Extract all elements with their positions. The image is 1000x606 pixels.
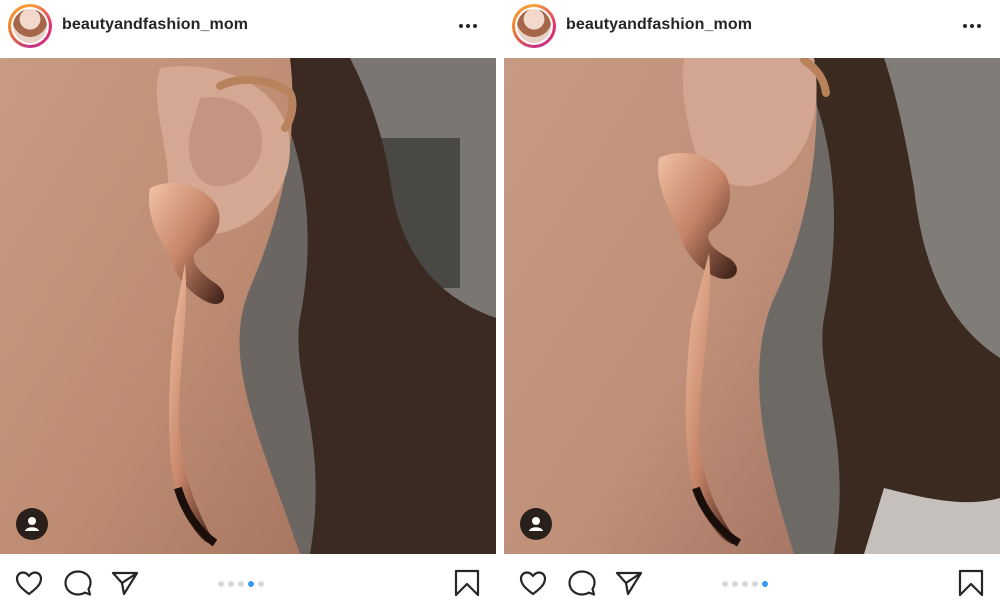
post-header: beautyandfashion_mom (504, 0, 1000, 52)
post-action-bar (0, 556, 496, 606)
username-link[interactable]: beautyandfashion_mom (62, 16, 248, 34)
more-options-icon[interactable] (454, 14, 482, 38)
profile-avatar[interactable] (512, 4, 556, 48)
post-card-left: beautyandfashion_mom (0, 0, 496, 606)
post-photo[interactable] (0, 58, 496, 554)
heart-icon[interactable] (518, 568, 548, 598)
post-action-bar (504, 556, 1000, 606)
carousel-indicator (218, 581, 264, 587)
bookmark-icon[interactable] (452, 568, 482, 598)
carousel-indicator (722, 581, 768, 587)
post-photo[interactable] (504, 58, 1000, 554)
heart-icon[interactable] (14, 568, 44, 598)
username-link[interactable]: beautyandfashion_mom (566, 16, 752, 34)
comment-icon[interactable] (567, 568, 597, 598)
comment-icon[interactable] (63, 568, 93, 598)
more-options-icon[interactable] (958, 14, 986, 38)
post-card-right: beautyandfashion_mom (504, 0, 1000, 606)
post-header: beautyandfashion_mom (0, 0, 496, 52)
profile-avatar[interactable] (8, 4, 52, 48)
bookmark-icon[interactable] (956, 568, 986, 598)
user-tag-icon[interactable] (16, 508, 48, 540)
paper-plane-icon[interactable] (110, 568, 140, 598)
paper-plane-icon[interactable] (614, 568, 644, 598)
user-tag-icon[interactable] (520, 508, 552, 540)
